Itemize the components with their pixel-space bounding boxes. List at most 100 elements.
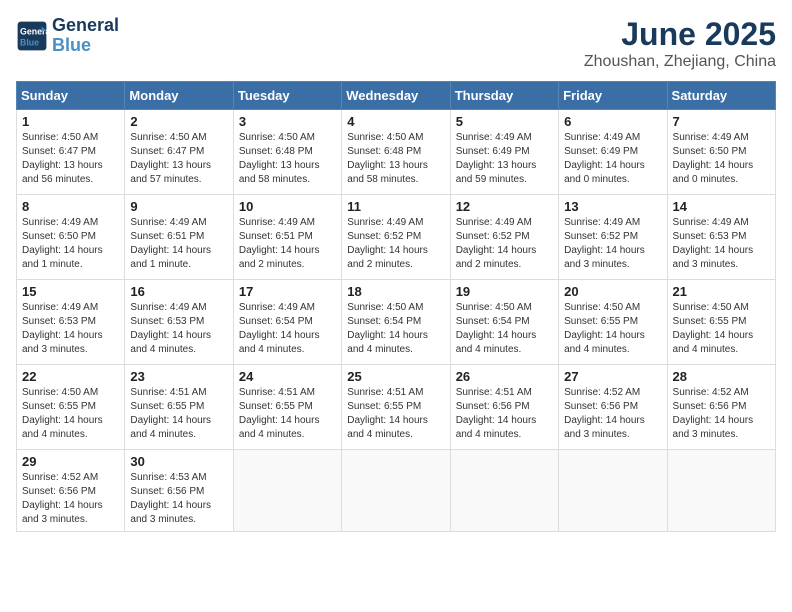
day-number: 16 [130, 284, 227, 299]
cell-info: Sunrise: 4:50 AMSunset: 6:55 PMDaylight:… [22, 386, 119, 442]
cell-info: Sunrise: 4:49 AMSunset: 6:50 PMDaylight:… [673, 131, 770, 187]
day-number: 5 [456, 114, 553, 129]
calendar-cell [559, 450, 667, 532]
day-number: 7 [673, 114, 770, 129]
calendar-cell: 11 Sunrise: 4:49 AMSunset: 6:52 PMDayligh… [342, 195, 450, 280]
calendar-cell: 25Sunrise: 4:51 AMSunset: 6:55 PMDayligh… [342, 365, 450, 450]
logo-text-general: General [52, 16, 119, 36]
calendar-cell: 5Sunrise: 4:49 AMSunset: 6:49 PMDaylight… [450, 110, 558, 195]
cell-info: Sunrise: 4:50 AMSunset: 6:48 PMDaylight:… [347, 131, 444, 187]
day-number: 8 [22, 199, 119, 214]
day-number: 9 [130, 199, 227, 214]
cell-info: Sunrise: 4:52 AMSunset: 6:56 PMDaylight:… [673, 386, 770, 442]
cell-info: Sunrise: 4:49 AMSunset: 6:49 PMDaylight:… [564, 131, 661, 187]
calendar-cell: 10 Sunrise: 4:49 AMSunset: 6:51 PMDayligh… [233, 195, 341, 280]
calendar-cell: 15Sunrise: 4:49 AMSunset: 6:53 PMDayligh… [17, 280, 125, 365]
title-area: June 2025 Zhoushan, Zhejiang, China [584, 16, 776, 71]
weekday-header-wednesday: Wednesday [342, 82, 450, 110]
cell-info: Sunrise: 4:51 AMSunset: 6:55 PMDaylight:… [130, 386, 227, 442]
weekday-header-row: SundayMondayTuesdayWednesdayThursdayFrid… [17, 82, 776, 110]
day-number: 26 [456, 369, 553, 384]
calendar-cell: 22 Sunrise: 4:50 AMSunset: 6:55 PMDayligh… [17, 365, 125, 450]
cell-info: Sunrise: 4:51 AMSunset: 6:55 PMDaylight:… [347, 386, 444, 442]
calendar-cell: 19Sunrise: 4:50 AMSunset: 6:54 PMDayligh… [450, 280, 558, 365]
day-number: 15 [22, 284, 119, 299]
day-number: 28 [673, 369, 770, 384]
calendar-cell: 7 Sunrise: 4:49 AMSunset: 6:50 PMDaylight… [667, 110, 775, 195]
weekday-header-saturday: Saturday [667, 82, 775, 110]
cell-info: Sunrise: 4:49 AMSunset: 6:52 PMDaylight:… [564, 216, 661, 272]
calendar-cell: 2Sunrise: 4:50 AMSunset: 6:47 PMDaylight… [125, 110, 233, 195]
calendar-cell: 14 Sunrise: 4:49 AMSunset: 6:53 PMDayligh… [667, 195, 775, 280]
weekday-header-friday: Friday [559, 82, 667, 110]
cell-info: Sunrise: 4:49 AMSunset: 6:53 PMDaylight:… [130, 301, 227, 357]
svg-text:Blue: Blue [20, 37, 39, 47]
logo: General Blue General Blue [16, 16, 119, 56]
day-number: 13 [564, 199, 661, 214]
cell-info: Sunrise: 4:50 AMSunset: 6:47 PMDaylight:… [22, 131, 119, 187]
weekday-header-monday: Monday [125, 82, 233, 110]
day-number: 20 [564, 284, 661, 299]
day-number: 14 [673, 199, 770, 214]
day-number: 6 [564, 114, 661, 129]
day-number: 12 [456, 199, 553, 214]
calendar-week-3: 15 Sunrise: 4:49 AMSunset: 6:53 PMDayligh… [17, 280, 776, 365]
calendar-cell: 30 Sunrise: 4:53 AMSunset: 6:56 PMDayligh… [125, 450, 233, 532]
weekday-header-tuesday: Tuesday [233, 82, 341, 110]
calendar-week-1: 1 Sunrise: 4:50 AMSunset: 6:47 PMDaylight… [17, 110, 776, 195]
calendar-cell: 27Sunrise: 4:52 AMSunset: 6:56 PMDayligh… [559, 365, 667, 450]
header: General Blue General Blue June 2025 Zhou… [16, 16, 776, 71]
day-number: 1 [22, 114, 119, 129]
calendar-cell: 26Sunrise: 4:51 AMSunset: 6:56 PMDayligh… [450, 365, 558, 450]
cell-info: Sunrise: 4:50 AMSunset: 6:54 PMDaylight:… [347, 301, 444, 357]
calendar-cell [450, 450, 558, 532]
calendar-cell: 17 Sunrise: 4:49 AMSunset: 6:54 PMDayligh… [233, 280, 341, 365]
calendar-cell [667, 450, 775, 532]
day-number: 22 [22, 369, 119, 384]
cell-info: Sunrise: 4:49 AMSunset: 6:54 PMDaylight:… [239, 301, 336, 357]
day-number: 10 [239, 199, 336, 214]
day-number: 11 [347, 199, 444, 214]
weekday-header-thursday: Thursday [450, 82, 558, 110]
cell-info: Sunrise: 4:50 AMSunset: 6:55 PMDaylight:… [673, 301, 770, 357]
cell-info: Sunrise: 4:50 AMSunset: 6:54 PMDaylight:… [456, 301, 553, 357]
logo-icon: General Blue [16, 20, 48, 52]
calendar-cell: 18 Sunrise: 4:50 AMSunset: 6:54 PMDayligh… [342, 280, 450, 365]
day-number: 18 [347, 284, 444, 299]
cell-info: Sunrise: 4:49 AMSunset: 6:50 PMDaylight:… [22, 216, 119, 272]
cell-info: Sunrise: 4:51 AMSunset: 6:55 PMDaylight:… [239, 386, 336, 442]
cell-info: Sunrise: 4:53 AMSunset: 6:56 PMDaylight:… [130, 471, 227, 527]
cell-info: Sunrise: 4:49 AMSunset: 6:53 PMDaylight:… [673, 216, 770, 272]
cell-info: Sunrise: 4:49 AMSunset: 6:51 PMDaylight:… [239, 216, 336, 272]
calendar-cell: 13 Sunrise: 4:49 AMSunset: 6:52 PMDayligh… [559, 195, 667, 280]
day-number: 30 [130, 454, 227, 469]
cell-info: Sunrise: 4:49 AMSunset: 6:52 PMDaylight:… [347, 216, 444, 272]
calendar-cell: 16 Sunrise: 4:49 AMSunset: 6:53 PMDayligh… [125, 280, 233, 365]
weekday-header-sunday: Sunday [17, 82, 125, 110]
cell-info: Sunrise: 4:49 AMSunset: 6:52 PMDaylight:… [456, 216, 553, 272]
day-number: 27 [564, 369, 661, 384]
calendar-week-5: 29Sunrise: 4:52 AMSunset: 6:56 PMDayligh… [17, 450, 776, 532]
day-number: 17 [239, 284, 336, 299]
calendar-cell: 21Sunrise: 4:50 AMSunset: 6:55 PMDayligh… [667, 280, 775, 365]
calendar-cell [342, 450, 450, 532]
calendar-cell: 23Sunrise: 4:51 AMSunset: 6:55 PMDayligh… [125, 365, 233, 450]
location-title: Zhoushan, Zhejiang, China [584, 53, 776, 71]
calendar-cell: 4Sunrise: 4:50 AMSunset: 6:48 PMDaylight… [342, 110, 450, 195]
cell-info: Sunrise: 4:52 AMSunset: 6:56 PMDaylight:… [22, 471, 119, 527]
cell-info: Sunrise: 4:50 AMSunset: 6:47 PMDaylight:… [130, 131, 227, 187]
logo-text-blue: Blue [52, 36, 119, 56]
calendar-week-4: 22 Sunrise: 4:50 AMSunset: 6:55 PMDayligh… [17, 365, 776, 450]
calendar-cell: 29Sunrise: 4:52 AMSunset: 6:56 PMDayligh… [17, 450, 125, 532]
calendar-cell: 1 Sunrise: 4:50 AMSunset: 6:47 PMDaylight… [17, 110, 125, 195]
calendar-cell: 12 Sunrise: 4:49 AMSunset: 6:52 PMDayligh… [450, 195, 558, 280]
cell-info: Sunrise: 4:49 AMSunset: 6:51 PMDaylight:… [130, 216, 227, 272]
cell-info: Sunrise: 4:50 AMSunset: 6:55 PMDaylight:… [564, 301, 661, 357]
calendar-cell [233, 450, 341, 532]
cell-info: Sunrise: 4:50 AMSunset: 6:48 PMDaylight:… [239, 131, 336, 187]
calendar-cell: 8 Sunrise: 4:49 AMSunset: 6:50 PMDaylight… [17, 195, 125, 280]
day-number: 3 [239, 114, 336, 129]
calendar-table: SundayMondayTuesdayWednesdayThursdayFrid… [16, 81, 776, 532]
calendar-week-2: 8 Sunrise: 4:49 AMSunset: 6:50 PMDaylight… [17, 195, 776, 280]
calendar-cell: 9 Sunrise: 4:49 AMSunset: 6:51 PMDaylight… [125, 195, 233, 280]
